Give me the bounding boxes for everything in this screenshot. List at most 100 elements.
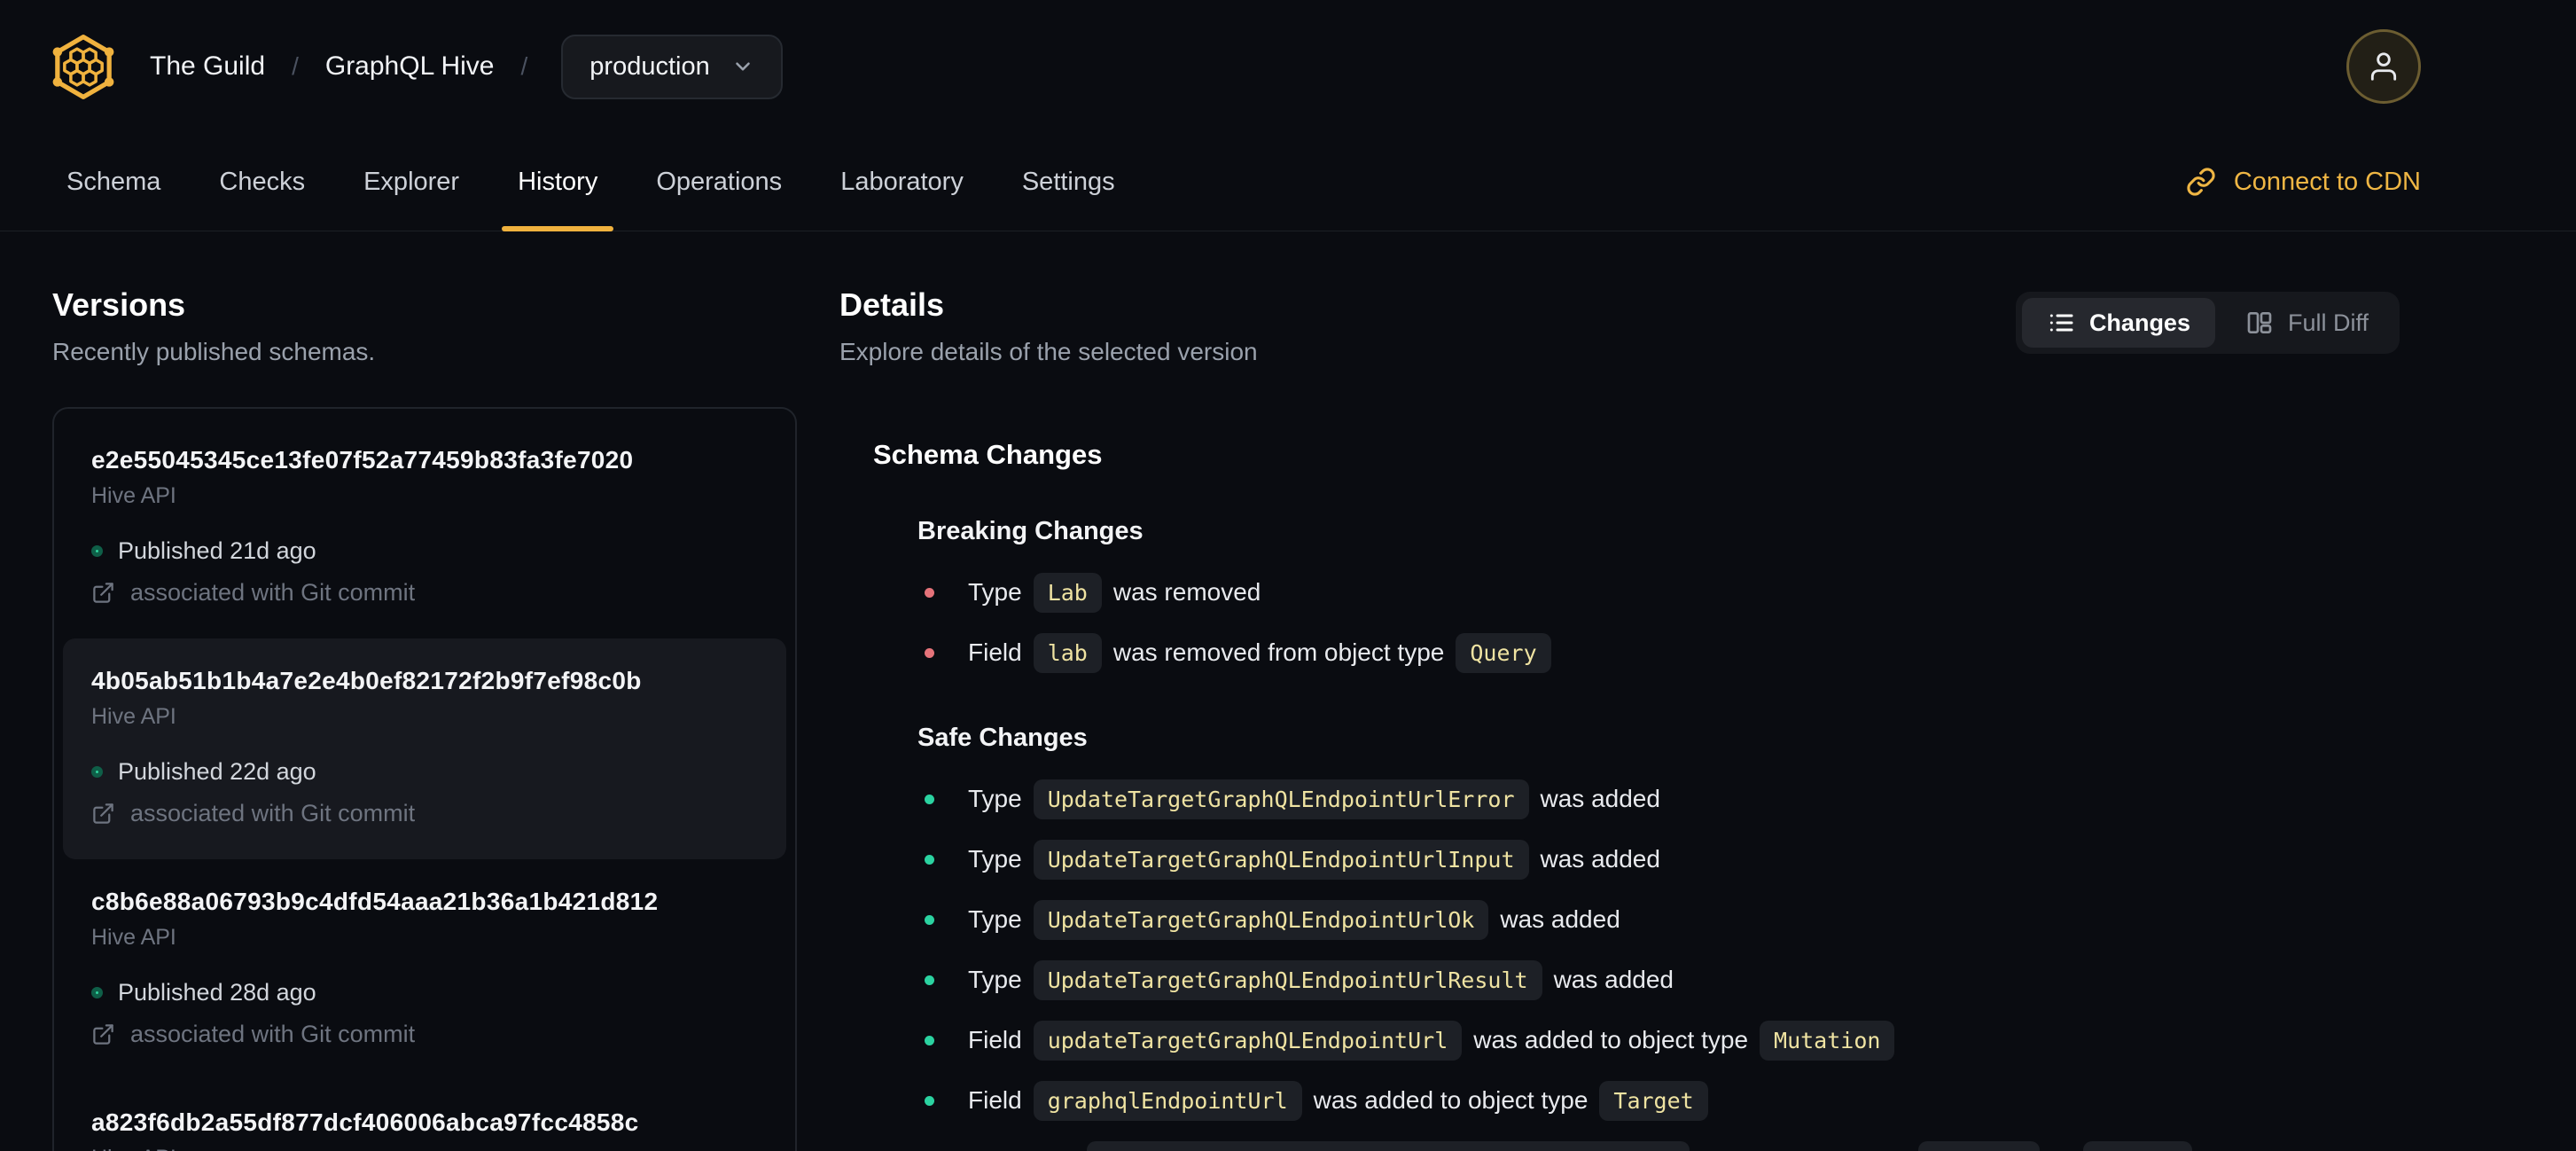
user-avatar-button[interactable] [2346,29,2421,104]
versions-subtitle: Recently published schemas. [52,338,376,365]
change-item: Type UpdateTargetGraphQLEndpointUrlResult… [917,955,2524,1005]
change-text: Type [968,785,1022,812]
breaking-changes-title: Breaking Changes [917,517,1144,545]
change-text: changed type from [1701,1147,1907,1151]
breaking-changes-group: Breaking Changes Type Lab was removed Field… [873,517,2524,677]
git-commit-link[interactable]: associated with Git commit [91,800,758,827]
safe-changes-group: Safe Changes Type UpdateTargetGraphQLEndp… [873,724,2524,1151]
safe-bullet-icon [925,854,934,865]
code-chip: UpdateTargetGraphQLEndpointUrlInput [1033,839,1529,880]
full-diff-view-button[interactable]: Full Diff [2221,298,2393,348]
change-item: Type UpdateTargetGraphQLEndpointUrlOk was … [917,895,2524,944]
code-chip: Query [1456,632,1551,673]
change-text: was removed [1112,578,1261,606]
git-commit-text: associated with Git commit [130,800,416,826]
version-card[interactable]: e2e55045345ce13fe07f52a77459b83fa3fe7020… [63,418,786,638]
code-chip: graphqlEndpointUrl [1033,1080,1302,1121]
tab-history[interactable]: History [502,133,614,231]
schema-changes-section: Schema Changes Breaking Changes Type Lab w… [839,439,2524,1151]
schema-changes-title: Schema Changes [873,439,1103,470]
published-dot-icon [91,987,103,998]
change-item: Type UpdateTargetGraphQLEndpointUrlError w… [917,774,2524,824]
changes-view-button[interactable]: Changes [2021,298,2215,348]
details-subtitle: Explore details of the selected version [839,338,1258,365]
breadcrumb-separator: / [520,52,528,80]
change-text: was added to object type [1473,1026,1749,1053]
versions-title: Versions [52,286,186,323]
change-item: Field updateTargetGraphQLEndpointUrl was a… [917,1015,2524,1065]
user-icon [2367,48,2400,85]
target-selector-dropdown[interactable]: production [561,34,783,99]
tab-laboratory[interactable]: Laboratory [840,133,964,231]
code-chip: UpdateDocumentCollectionOperationInput.n… [1087,1140,1690,1151]
safe-bullet-icon [925,914,934,925]
diff-columns-icon [2245,309,2274,337]
change-text: Type [968,966,1022,993]
tab-settings[interactable]: Settings [1022,133,1115,231]
versions-panel: Versions Recently published schemas. e2e… [52,286,797,1151]
change-text: was added to object type [1313,1086,1589,1114]
tab-explorer[interactable]: Explorer [363,133,459,231]
details-title: Details [839,286,945,323]
breadcrumb: The Guild / GraphQL Hive / production [150,34,783,99]
breadcrumb-org[interactable]: The Guild [150,51,265,82]
code-chip: Mutation [1760,1020,1895,1061]
change-item: Field graphqlEndpointUrl was added to obje… [917,1076,2524,1125]
tab-operations[interactable]: Operations [656,133,782,231]
breaking-bullet-icon [925,587,934,598]
change-text: Type [968,905,1022,933]
service-name: Hive API [91,1146,758,1151]
version-hash: c8b6e88a06793b9c4dfd54aaa21b36a1b421d812 [91,888,659,915]
tab-checks[interactable]: Checks [219,133,305,231]
code-chip: String! [1917,1140,2040,1151]
safe-bullet-icon [925,794,934,804]
top-bar: The Guild / GraphQL Hive / production [0,0,2576,133]
target-selector-value: production [589,51,710,81]
breaking-changes-list: Type Lab was removed Field lab was removed fr… [917,568,2524,677]
change-text: was added [1500,905,1620,933]
git-commit-text: associated with Git commit [130,1021,416,1047]
publish-time: Published 28d ago [118,979,316,1006]
tab-schema[interactable]: Schema [66,133,160,231]
code-chip: Target [1599,1080,1708,1121]
code-chip: String [2083,1140,2192,1151]
link-icon [2186,167,2216,197]
version-hash: e2e55045345ce13fe07f52a77459b83fa3fe7020 [91,446,634,474]
service-name: Hive API [91,925,176,950]
change-text: Type [968,845,1022,873]
publish-status: Published 28d ago [91,979,758,1006]
change-item: Type Lab was removed [917,568,2524,617]
safe-bullet-icon [925,1035,934,1045]
tab-bar: Schema Checks Explorer History Operations Lab… [0,133,2576,231]
change-text: was added [1540,785,1660,812]
main-content: Versions Recently published schemas. e2e… [0,231,2576,1151]
code-chip: UpdateTargetGraphQLEndpointUrlResult [1033,959,1542,1000]
change-text: Field [968,1086,1022,1114]
git-commit-link[interactable]: associated with Git commit [91,1021,758,1048]
external-link-icon [91,802,115,826]
change-text: was added [1540,845,1660,873]
details-panel: Details Explore details of the selected … [839,286,2524,1151]
connect-to-cdn-label: Connect to CDN [2233,167,2421,196]
publish-status: Published 21d ago [91,537,758,565]
code-chip: UpdateTargetGraphQLEndpointUrlOk [1033,899,1489,940]
changes-view-label: Changes [2088,309,2190,336]
safe-changes-list: Type UpdateTargetGraphQLEndpointUrlError w… [917,774,2524,1151]
git-commit-link[interactable]: associated with Git commit [91,579,758,607]
view-toggle: Changes Full Diff [2015,292,2400,354]
external-link-icon [91,581,115,605]
change-item: Type UpdateTargetGraphQLEndpointUrlInput w… [917,834,2524,884]
version-card[interactable]: c8b6e88a06793b9c4dfd54aaa21b36a1b421d812… [63,859,786,1080]
change-item: Field lab was removed from object type Quer… [917,628,2524,677]
version-card[interactable]: a823f6db2a55df877dcf406006abca97fcc4858c… [63,1080,786,1151]
list-icon [2047,309,2075,337]
details-header: Details Explore details of the selected … [839,286,2524,366]
breadcrumb-project[interactable]: GraphQL Hive [325,51,495,82]
external-link-icon [91,1022,115,1046]
code-chip: UpdateTargetGraphQLEndpointUrlError [1033,779,1529,819]
breaking-bullet-icon [925,647,934,658]
code-chip: updateTargetGraphQLEndpointUrl [1033,1020,1463,1061]
version-card[interactable]: 4b05ab51b1b4a7e2e4b0ef82172f2b9f7ef98c0b… [63,638,786,859]
connect-to-cdn-button[interactable]: Connect to CDN [2186,133,2421,231]
git-commit-text: associated with Git commit [130,579,416,606]
